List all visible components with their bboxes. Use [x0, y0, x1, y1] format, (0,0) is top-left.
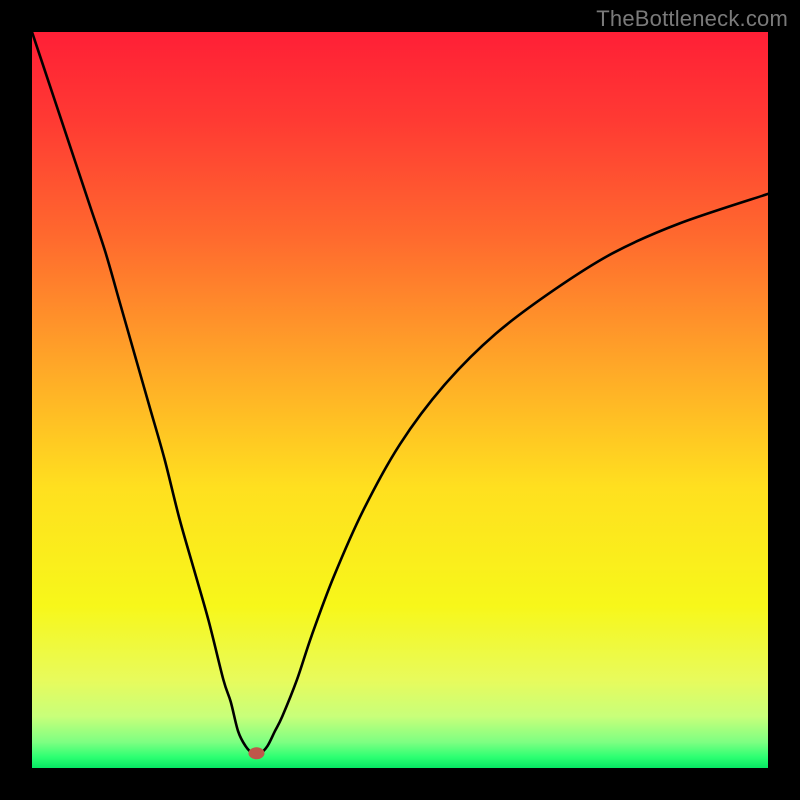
optimal-point-marker [248, 747, 264, 759]
bottleneck-chart [32, 32, 768, 768]
plot-area [32, 32, 768, 768]
chart-frame: TheBottleneck.com [0, 0, 800, 800]
watermark-text: TheBottleneck.com [596, 6, 788, 32]
gradient-background [32, 32, 768, 768]
